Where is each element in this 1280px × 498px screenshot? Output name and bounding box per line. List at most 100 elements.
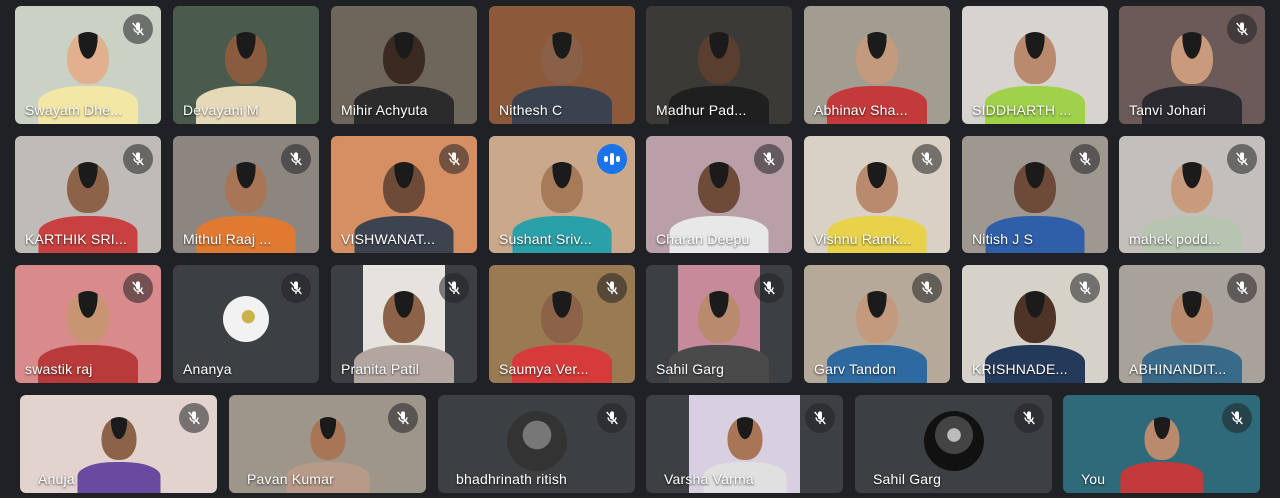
participant-tile[interactable]: Charan Deepu (646, 136, 792, 253)
mic-off-icon (1070, 273, 1100, 303)
participant-tile[interactable]: KARTHIK SRI... (15, 136, 161, 253)
mic-off-icon (123, 144, 153, 174)
mic-off-icon (439, 144, 469, 174)
mic-off-icon (123, 273, 153, 303)
participant-name: Ananya (183, 361, 232, 377)
mic-off-icon (1070, 144, 1100, 174)
participant-tile[interactable]: You (1063, 395, 1260, 493)
participant-tile[interactable]: Pavan Kumar (229, 395, 426, 493)
participant-name: Saumya Ver... (499, 361, 589, 377)
participant-name: Anuja (38, 471, 75, 487)
participant-name: You (1081, 471, 1106, 487)
participant-body (77, 462, 160, 493)
mic-off-icon (1222, 403, 1252, 433)
participant-tile[interactable]: Mihir Achyuta (331, 6, 477, 124)
participant-tile[interactable]: ABHINANDIT... (1119, 265, 1265, 383)
mic-off-icon (754, 144, 784, 174)
participant-face (1144, 417, 1179, 460)
participant-face (1171, 291, 1213, 343)
participant-face (856, 162, 898, 213)
participant-tile[interactable]: mahek podd... (1119, 136, 1265, 253)
participant-tile[interactable]: Tanvi Johari (1119, 6, 1265, 124)
participant-tile[interactable]: Saumya Ver... (489, 265, 635, 383)
mic-off-icon (1227, 273, 1257, 303)
participant-face (67, 162, 109, 213)
participant-tile[interactable]: Nitish J S (962, 136, 1108, 253)
participant-grid: Swayam Dhe... Devayani M Mihir Achyuta Nith… (0, 0, 1280, 498)
mic-off-icon (912, 273, 942, 303)
participant-name: Vishnu Ramk... (814, 231, 912, 247)
mic-off-icon (439, 273, 469, 303)
participant-name: Madhur Pad... (656, 102, 747, 118)
participant-face (541, 32, 583, 84)
mic-off-icon (281, 144, 311, 174)
participant-tile[interactable]: Garv Tandon (804, 265, 950, 383)
participant-face (225, 162, 267, 213)
participant-face (225, 32, 267, 84)
participant-body (1120, 462, 1203, 493)
participant-face (1014, 291, 1056, 343)
participant-name: KRISHNADE... (972, 361, 1068, 377)
participant-name: SIDDHARTH ... (972, 102, 1072, 118)
participant-tile[interactable]: Swayam Dhe... (15, 6, 161, 124)
participant-tile[interactable]: Vishnu Ramk... (804, 136, 950, 253)
participant-name: Mihir Achyuta (341, 102, 428, 118)
participant-face (698, 32, 740, 84)
participant-tile[interactable]: KRISHNADE... (962, 265, 1108, 383)
participant-name: Pavan Kumar (247, 471, 335, 487)
participant-name: Nithesh C (499, 102, 563, 118)
mic-off-icon (123, 14, 153, 44)
mic-off-icon (805, 403, 835, 433)
mic-off-icon (597, 403, 627, 433)
participant-face (67, 291, 109, 343)
participant-face (698, 291, 740, 343)
participant-face (1014, 32, 1056, 84)
participant-name: Charan Deepu (656, 231, 750, 247)
participant-face (541, 291, 583, 343)
participant-name: Sahil Garg (656, 361, 725, 377)
mic-off-icon (754, 273, 784, 303)
mic-off-icon (1227, 144, 1257, 174)
participant-face (1171, 32, 1213, 84)
participant-tile[interactable]: SIDDHARTH ... (962, 6, 1108, 124)
participant-tile[interactable]: Sushant Sriv... (489, 136, 635, 253)
participant-tile[interactable]: Devayani M (173, 6, 319, 124)
participant-face (383, 162, 425, 213)
participant-face (1014, 162, 1056, 213)
participant-name: ABHINANDIT... (1129, 361, 1227, 377)
participant-tile[interactable]: Nithesh C (489, 6, 635, 124)
participant-face (383, 291, 425, 343)
participant-name: KARTHIK SRI... (25, 231, 128, 247)
participant-tile[interactable]: Anuja (20, 395, 217, 493)
participant-tile[interactable]: VISHWANAT... (331, 136, 477, 253)
participant-tile[interactable]: Sahil Garg (855, 395, 1052, 493)
participant-tile[interactable]: Abhinav Sha... (804, 6, 950, 124)
participant-tile[interactable]: Madhur Pad... (646, 6, 792, 124)
participant-name: Nitish J S (972, 231, 1034, 247)
participant-tile[interactable]: Mithul Raaj ... (173, 136, 319, 253)
participant-face (727, 417, 762, 460)
participant-name: mahek podd... (1129, 231, 1221, 247)
participant-tile[interactable]: Sahil Garg (646, 265, 792, 383)
mic-off-icon (281, 273, 311, 303)
participant-tile[interactable]: Ananya (173, 265, 319, 383)
mic-off-icon (597, 273, 627, 303)
participant-name: Pranita Patil (341, 361, 420, 377)
participant-name: Varsha Varma (664, 471, 754, 487)
participant-face (856, 32, 898, 84)
participant-name: Tanvi Johari (1129, 102, 1207, 118)
mic-off-icon (179, 403, 209, 433)
participant-face (101, 417, 136, 460)
participant-face (67, 32, 109, 84)
participant-face (310, 417, 345, 460)
participant-face (856, 291, 898, 343)
participant-name: Garv Tandon (814, 361, 897, 377)
participant-avatar (223, 296, 269, 342)
participant-name: Mithul Raaj ... (183, 231, 272, 247)
participant-tile[interactable]: bhadhrinath ritish (438, 395, 635, 493)
participant-tile[interactable]: Varsha Varma (646, 395, 843, 493)
participant-avatar (923, 411, 984, 471)
participant-tile[interactable]: swastik raj (15, 265, 161, 383)
participant-name: swastik raj (25, 361, 93, 377)
participant-tile[interactable]: Pranita Patil (331, 265, 477, 383)
